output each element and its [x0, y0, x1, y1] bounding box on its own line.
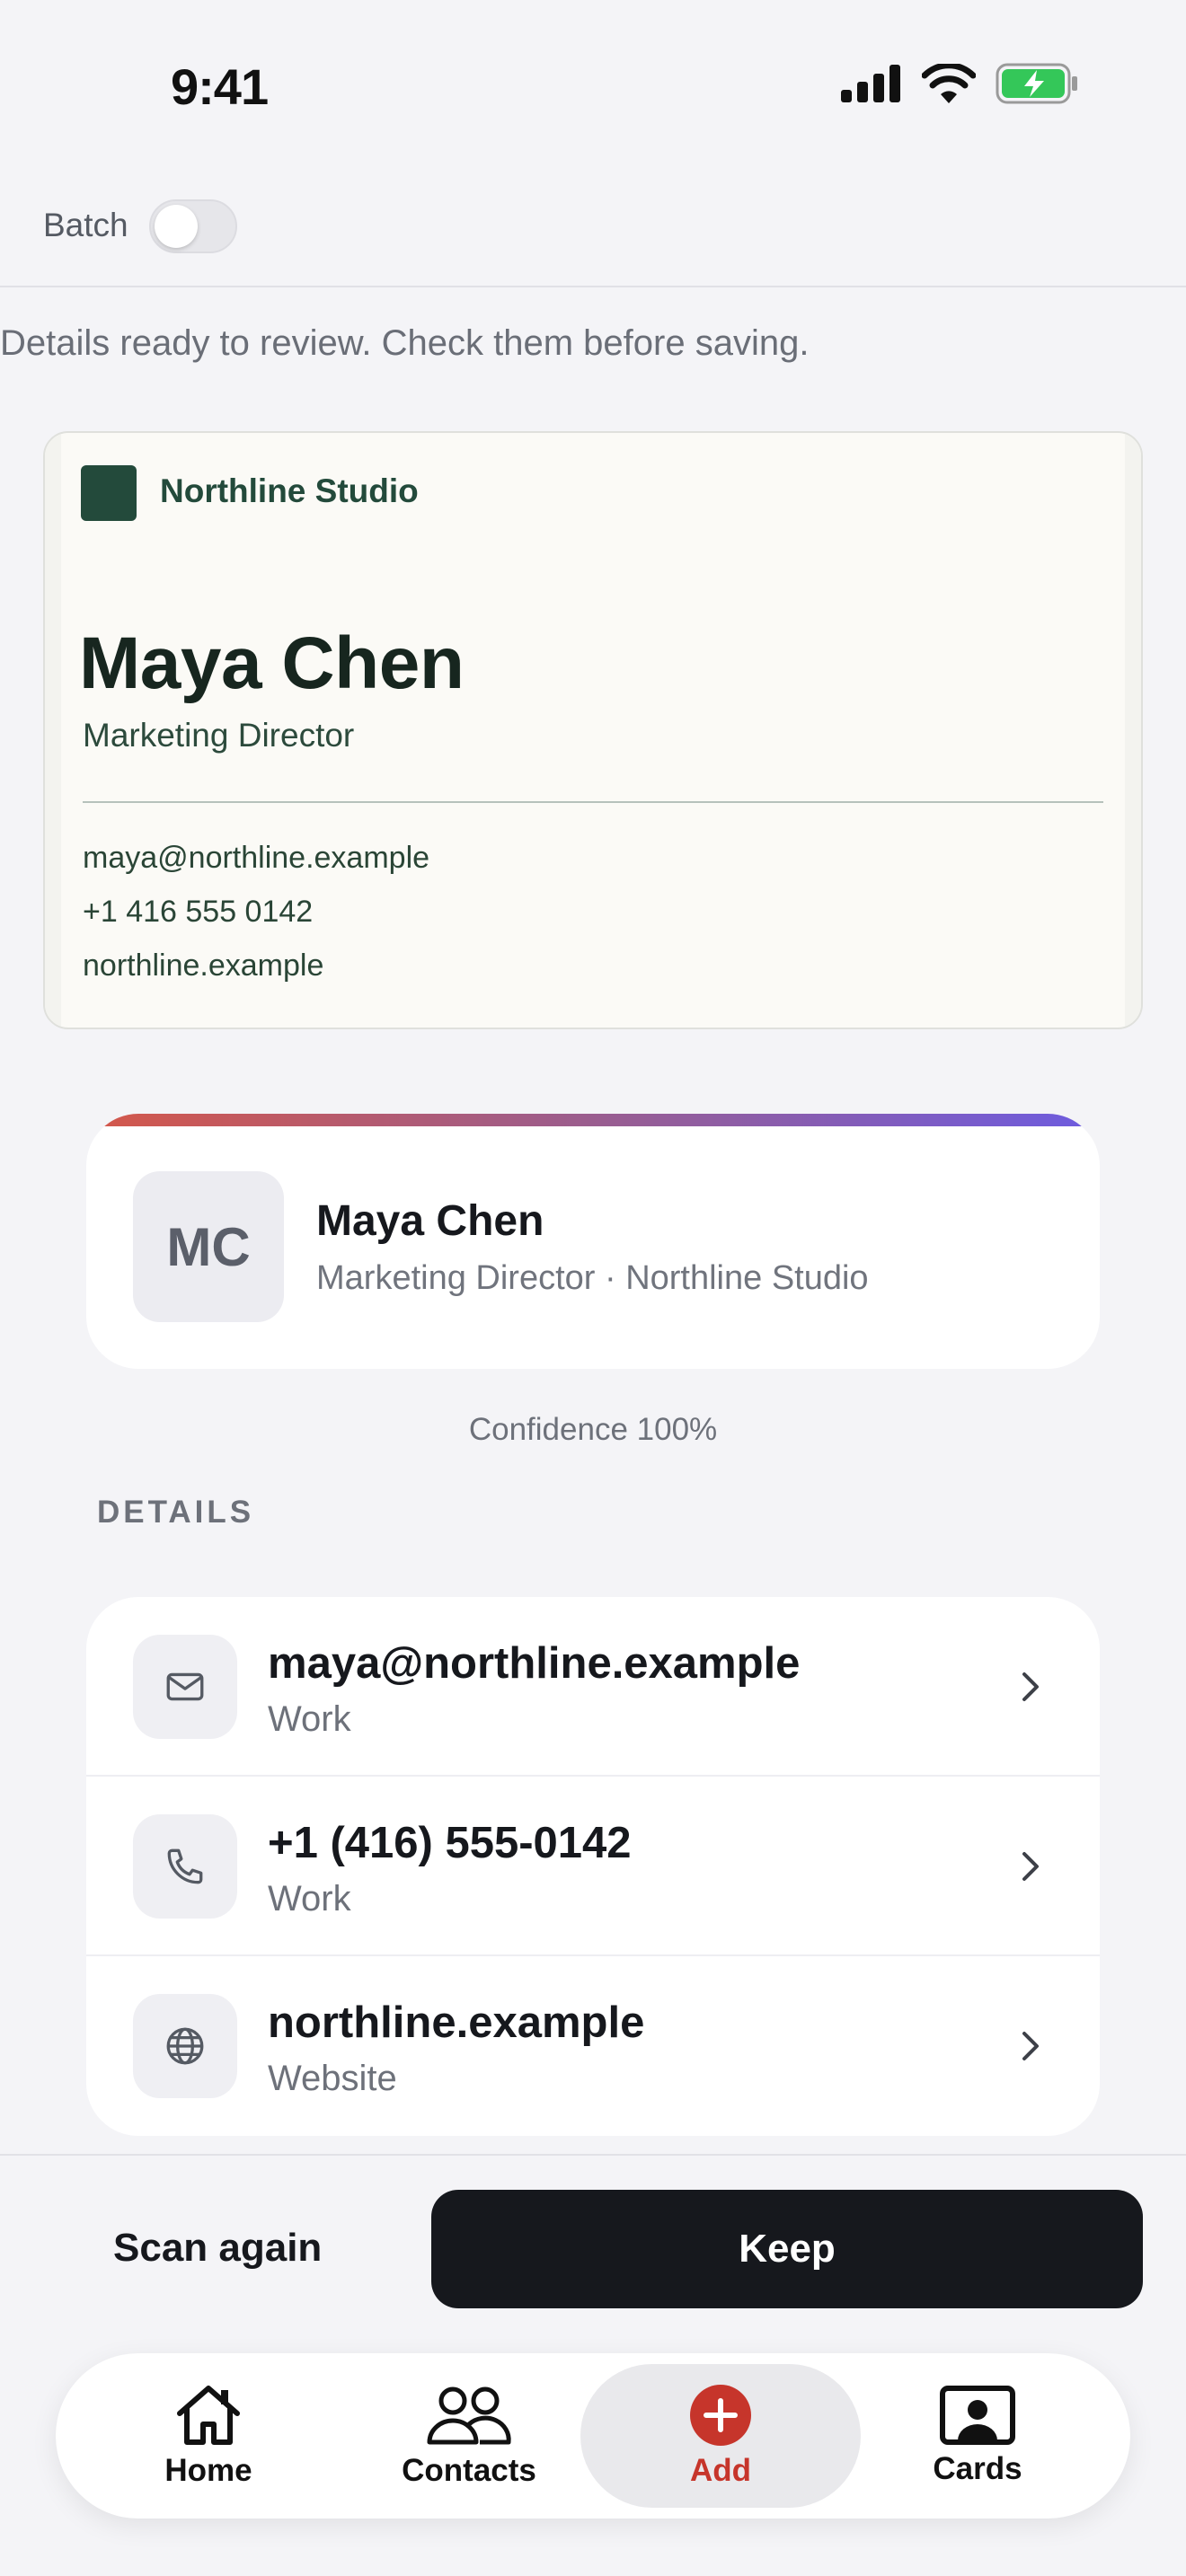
card-phone: +1 416 555 0142 — [83, 895, 314, 929]
detail-label: Website — [268, 2059, 397, 2098]
mail-icon — [133, 1635, 237, 1739]
chevron-right-icon — [1022, 1852, 1039, 1881]
actions-divider — [0, 2154, 1186, 2156]
tab-home[interactable]: Home — [110, 2353, 307, 2519]
tab-bar: Home Contacts Add Cards — [56, 2353, 1130, 2519]
cards-icon — [940, 2386, 1015, 2445]
card-title: Marketing Director — [83, 717, 355, 754]
review-message: Details ready to review. Check them befo… — [0, 323, 810, 363]
toggle-knob — [155, 205, 198, 248]
tab-label: Add — [689, 2453, 752, 2488]
contact-name: Maya Chen — [316, 1197, 544, 1245]
scanned-card-preview[interactable]: Northline Studio Maya Chen Marketing Dir… — [43, 431, 1143, 1029]
scan-again-button[interactable]: Scan again — [113, 2226, 322, 2271]
card-divider — [83, 801, 1103, 803]
details-list: maya@northline.example Work +1 (416) 555… — [86, 1597, 1100, 2136]
card-edge-right — [1125, 433, 1141, 1028]
batch-toggle[interactable] — [149, 199, 237, 253]
contact-summary-card[interactable]: MC Maya Chen Marketing Director · Northl… — [86, 1114, 1100, 1369]
header-divider — [0, 286, 1186, 287]
tab-label: Contacts — [402, 2453, 536, 2488]
tab-label: Home — [164, 2453, 252, 2488]
status-icons — [841, 63, 1078, 104]
detail-value: +1 (416) 555-0142 — [268, 1819, 632, 1867]
detail-row-phone[interactable]: +1 (416) 555-0142 Work — [86, 1777, 1100, 1956]
detail-value: northline.example — [268, 1998, 645, 2047]
home-icon — [177, 2386, 240, 2445]
card-edge-left — [45, 433, 61, 1028]
company-logo — [81, 465, 137, 521]
card-email: maya@northline.example — [83, 841, 430, 875]
tab-label: Cards — [933, 2451, 1022, 2486]
card-website: northline.example — [83, 948, 324, 983]
contacts-icon — [427, 2386, 511, 2445]
globe-icon — [133, 1994, 237, 2098]
details-header: DETAILS — [97, 1495, 255, 1530]
tab-contacts[interactable]: Contacts — [361, 2353, 577, 2519]
card-company: Northline Studio — [160, 472, 419, 509]
wifi-icon — [922, 64, 976, 103]
tab-cards[interactable]: Cards — [879, 2353, 1076, 2519]
card-name: Maya Chen — [79, 622, 465, 704]
detail-row-email[interactable]: maya@northline.example Work — [86, 1597, 1100, 1777]
detail-label: Work — [268, 1699, 351, 1739]
contact-subtitle: Marketing Director · Northline Studio — [316, 1259, 869, 1297]
tab-add[interactable]: Add — [580, 2364, 861, 2508]
chevron-right-icon — [1022, 2032, 1039, 2060]
status-time: 9:41 — [171, 58, 269, 115]
batch-label: Batch — [43, 207, 128, 243]
add-icon — [690, 2385, 751, 2446]
confidence-label: Confidence 100% — [468, 1412, 718, 1447]
detail-value: maya@northline.example — [268, 1639, 801, 1688]
detail-row-website[interactable]: northline.example Website — [86, 1956, 1100, 2136]
keep-button[interactable]: Keep — [431, 2190, 1143, 2308]
chevron-right-icon — [1022, 1672, 1039, 1701]
summary-gradient-bar — [86, 1114, 1100, 1126]
avatar: MC — [133, 1171, 284, 1322]
detail-label: Work — [268, 1879, 351, 1919]
phone-icon — [133, 1814, 237, 1919]
signal-icon — [841, 65, 900, 102]
battery-charging-icon — [996, 63, 1077, 104]
